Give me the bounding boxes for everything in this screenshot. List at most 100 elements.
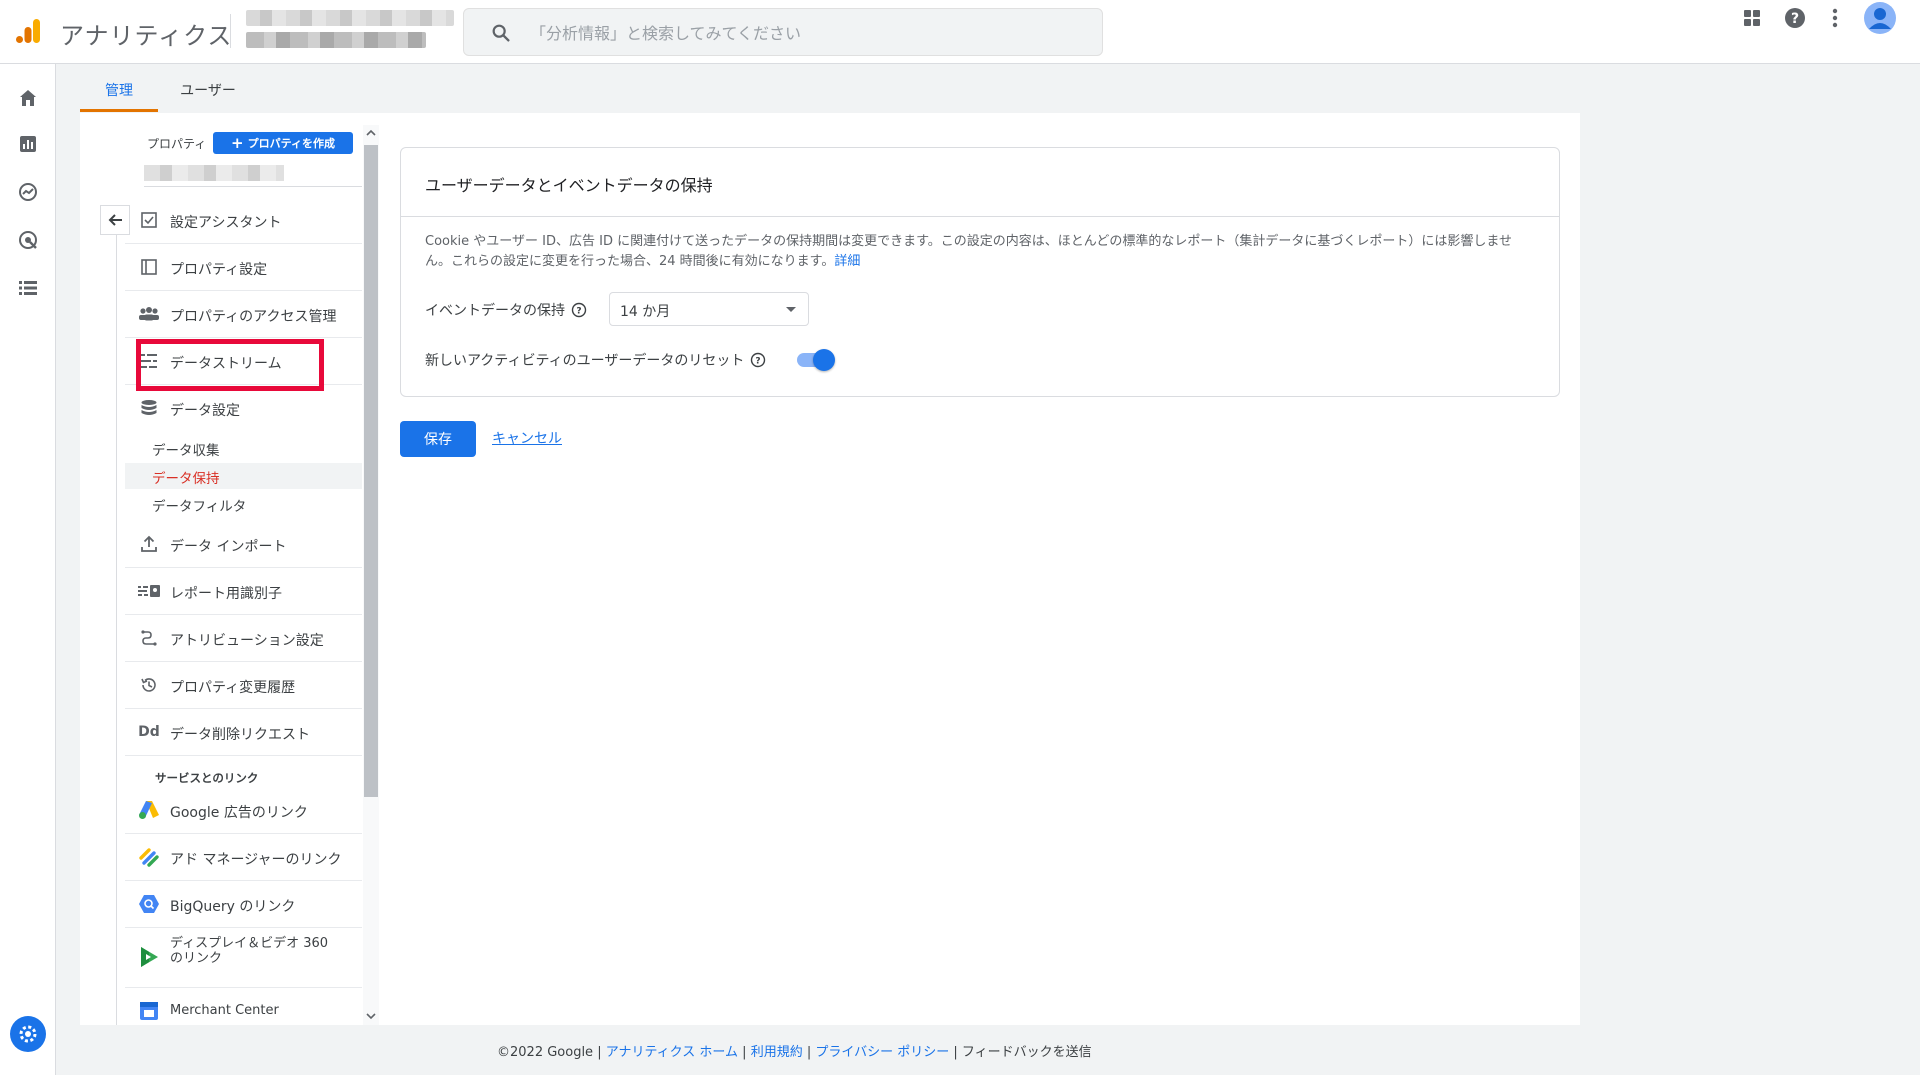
card-description: Cookie やユーザー ID、広告 ID に関連付けて送ったデータの保持期間は…: [425, 232, 1535, 272]
reports-icon[interactable]: [14, 130, 42, 158]
annotation-highlight-box: [136, 339, 324, 391]
nav-scrollbar-thumb[interactable]: [364, 145, 378, 797]
nav-item-data-deletion[interactable]: Dd データ削除リクエスト: [125, 709, 362, 756]
nav-item-label-line1: ディスプレイ＆ビデオ 360: [170, 936, 329, 951]
nav-item-label: BigQuery のリンク: [170, 899, 296, 915]
nav-item-google-ads-links[interactable]: Google 広告のリンク: [125, 787, 362, 834]
upload-icon: [138, 533, 160, 555]
nav-item-attribution[interactable]: アトリビューション設定: [125, 615, 362, 662]
checklist-icon: [138, 209, 160, 231]
advertising-icon[interactable]: [14, 226, 42, 254]
plus-icon: +: [231, 134, 244, 152]
configure-icon[interactable]: [14, 274, 42, 302]
nav-item-reporting-identity[interactable]: レポート用識別子: [125, 568, 362, 615]
nav-item-label: アド マネージャーのリンク: [170, 852, 342, 868]
event-retention-label: イベントデータの保持: [425, 303, 565, 319]
footer-feedback[interactable]: フィードバックを送信: [962, 1045, 1092, 1060]
apps-grid-icon[interactable]: [1734, 0, 1770, 36]
nav-item-label: データ設定: [170, 403, 240, 419]
account-name-redacted: [246, 10, 454, 26]
scroll-down-arrow-icon[interactable]: [363, 1008, 379, 1024]
nav-item-change-history[interactable]: プロパティ変更履歴: [125, 662, 362, 709]
property-settings-icon: [138, 256, 160, 278]
create-property-label: プロパティを作成: [247, 137, 335, 150]
people-icon: [138, 303, 160, 325]
nav-item-label: プロパティ変更履歴: [170, 680, 296, 696]
reset-user-data-toggle[interactable]: [795, 348, 835, 371]
sub-item-data-retention[interactable]: データ保持: [152, 467, 220, 487]
ad-manager-icon: [138, 846, 160, 868]
nav-item-data-import[interactable]: データ インポート: [125, 521, 362, 568]
left-rail: [0, 64, 56, 1075]
reset-user-data-field: 新しいアクティビティのユーザーデータのリセット ?: [425, 350, 766, 370]
help-circle-icon[interactable]: ?: [571, 302, 587, 318]
tab-admin[interactable]: 管理: [80, 70, 158, 112]
property-name-redacted: [246, 32, 426, 48]
search-bar[interactable]: [463, 8, 1103, 56]
nav-tree-line: [116, 235, 117, 1025]
footer-link-privacy[interactable]: プライバシー ポリシー: [815, 1045, 949, 1060]
scroll-up-arrow-icon[interactable]: [363, 125, 379, 141]
footer-link-terms[interactable]: 利用規約: [751, 1045, 803, 1060]
help-circle-icon[interactable]: ?: [750, 352, 766, 368]
nav-item-label: データ削除リクエスト: [170, 727, 310, 743]
nav-item-label: レポート用識別子: [170, 586, 282, 602]
nav-item-merchant-center[interactable]: Merchant Center: [125, 988, 362, 1035]
create-property-button[interactable]: + プロパティを作成: [213, 132, 353, 154]
nav-item-data-settings[interactable]: データ設定: [125, 385, 362, 432]
save-button[interactable]: 保存: [400, 421, 476, 457]
help-icon[interactable]: ?: [1777, 0, 1813, 36]
merchant-center-icon: [138, 1000, 160, 1022]
event-retention-field: イベントデータの保持 ?: [425, 300, 587, 320]
bigquery-icon: [138, 893, 160, 915]
identifier-icon: [138, 580, 160, 602]
search-input[interactable]: [528, 17, 1088, 49]
dv360-icon: [138, 946, 160, 968]
svg-text:?: ?: [1791, 11, 1799, 27]
nav-item-label: Google 広告のリンク: [170, 805, 308, 821]
account-selector[interactable]: [246, 10, 456, 50]
card-description-text: Cookie やユーザー ID、広告 ID に関連付けて送ったデータの保持期間は…: [425, 234, 1513, 269]
home-icon[interactable]: [14, 84, 42, 112]
footer-link-analytics-home[interactable]: アナリティクス ホーム: [606, 1045, 738, 1060]
app-title: アナリティクス: [60, 22, 233, 50]
nav-item-label: プロパティのアクセス管理: [170, 309, 337, 325]
nav-item-property-access[interactable]: プロパティのアクセス管理: [125, 291, 362, 338]
nav-item-label: Merchant Center: [170, 1003, 279, 1018]
cancel-button[interactable]: キャンセル: [492, 428, 562, 448]
avatar[interactable]: [1862, 0, 1898, 36]
property-label: プロパティ: [147, 137, 207, 151]
property-nav: プロパティ + プロパティを作成 設定アシスタント プロパティ設定 プロパティの…: [80, 113, 380, 1025]
history-icon: [138, 674, 160, 696]
details-link[interactable]: 詳細: [834, 254, 860, 269]
toggle-knob: [813, 349, 835, 371]
admin-gear-icon[interactable]: [10, 1016, 46, 1052]
search-icon: [492, 24, 510, 42]
google-ads-icon: [138, 799, 160, 821]
event-retention-value: 14 か月: [620, 304, 671, 320]
nav-item-ad-manager-links[interactable]: アド マネージャーのリンク: [125, 834, 362, 881]
sub-item-data-filters[interactable]: データフィルタ: [152, 495, 246, 515]
card-title: ユーザーデータとイベントデータの保持: [425, 176, 713, 195]
divider: [401, 216, 1559, 217]
attribution-icon: [138, 627, 160, 649]
sub-item-data-collection[interactable]: データ収集: [152, 439, 220, 459]
property-name-redacted: [144, 165, 284, 181]
nav-item-label: データ インポート: [170, 539, 287, 555]
svg-text:?: ?: [576, 307, 581, 317]
dd-icon: Dd: [138, 724, 160, 740]
svg-text:?: ?: [756, 357, 761, 367]
tab-user[interactable]: ユーザー: [166, 70, 250, 112]
analytics-logo-icon[interactable]: [14, 17, 42, 45]
nav-item-property-settings[interactable]: プロパティ設定: [125, 244, 362, 291]
copyright: ©2022 Google: [497, 1045, 594, 1060]
nav-item-label: 設定アシスタント: [170, 215, 282, 231]
more-vert-icon[interactable]: [1817, 0, 1853, 36]
dropdown-caret-icon: [786, 307, 796, 312]
explore-icon[interactable]: [14, 178, 42, 206]
nav-item-dv360-links[interactable]: ディスプレイ＆ビデオ 360 のリンク: [125, 928, 362, 988]
nav-item-bigquery-links[interactable]: BigQuery のリンク: [125, 881, 362, 928]
divider: [144, 186, 362, 187]
event-retention-select[interactable]: 14 か月: [609, 292, 809, 326]
nav-item-setup-assistant[interactable]: 設定アシスタント: [125, 197, 362, 244]
